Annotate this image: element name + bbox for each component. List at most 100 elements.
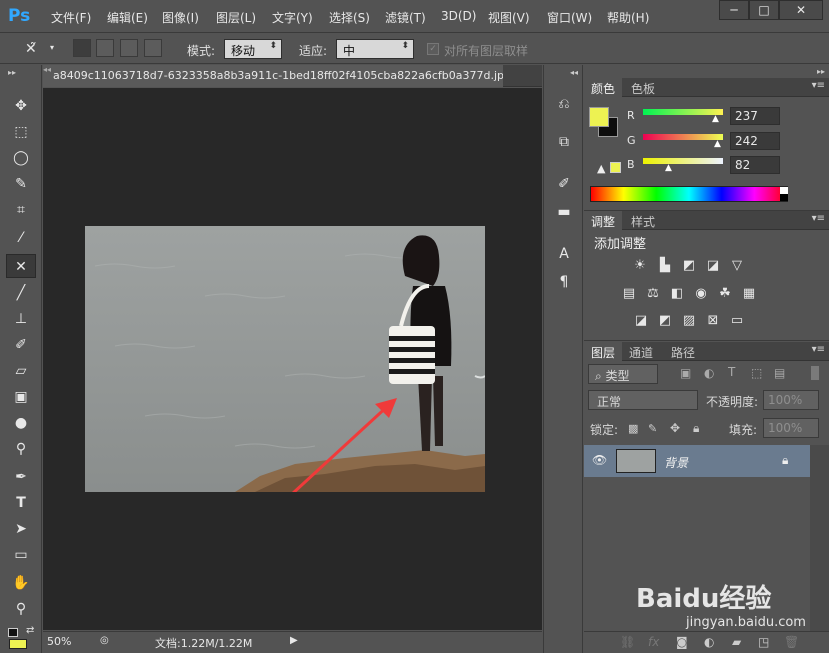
- clone-stamp-tool-icon[interactable]: ⊥: [6, 307, 36, 331]
- foreground-color-swatch[interactable]: [9, 639, 27, 649]
- tab-swatches[interactable]: 色板: [624, 78, 662, 97]
- character-panel-icon[interactable]: A: [552, 243, 576, 265]
- layers-scrollbar[interactable]: [810, 445, 829, 631]
- add-mask-icon[interactable]: ◙: [676, 635, 688, 649]
- collapse-arrows-icon[interactable]: ▸▸: [8, 68, 16, 77]
- doc-info-icon[interactable]: ◎: [100, 635, 109, 646]
- photo-filter-icon[interactable]: ◉: [692, 286, 710, 302]
- gamut-color-swatch[interactable]: [610, 162, 621, 173]
- mode-select[interactable]: 移动 ⬍: [224, 39, 282, 59]
- brush-presets-icon[interactable]: ✐: [552, 173, 576, 195]
- marquee-tool-icon[interactable]: ⬚: [6, 120, 36, 144]
- posterize-icon[interactable]: ◩: [656, 313, 674, 329]
- dodge-tool-icon[interactable]: ⚲: [6, 437, 36, 461]
- tab-color[interactable]: 颜色: [584, 78, 623, 97]
- crop-tool-icon[interactable]: ⌗: [6, 198, 36, 222]
- black-swatch[interactable]: [780, 194, 788, 201]
- intersect-selection-button[interactable]: [144, 39, 162, 57]
- menu-image[interactable]: 图像(I): [162, 9, 199, 26]
- collapse-arrows-icon[interactable]: ◂◂: [570, 68, 578, 77]
- hue-saturation-icon[interactable]: ▤: [620, 286, 638, 302]
- menu-select[interactable]: 选择(S): [329, 9, 370, 26]
- blue-slider-thumb-icon[interactable]: ▲: [665, 163, 672, 173]
- collapse-arrows-icon[interactable]: ◂◂: [43, 65, 53, 75]
- green-value-input[interactable]: 242: [730, 132, 780, 150]
- invert-icon[interactable]: ◪: [632, 313, 650, 329]
- selective-color-icon[interactable]: ⊠: [704, 313, 722, 329]
- brush-panel-icon[interactable]: ▬: [552, 201, 576, 223]
- lasso-tool-icon[interactable]: ◯: [6, 146, 36, 170]
- path-selection-tool-icon[interactable]: ➤: [6, 517, 36, 541]
- white-swatch[interactable]: [780, 187, 788, 194]
- new-adjustment-layer-icon[interactable]: ◐: [704, 635, 714, 649]
- close-button[interactable]: ✕: [779, 0, 823, 20]
- red-slider[interactable]: [643, 109, 723, 115]
- shape-filter-icon[interactable]: ⬚: [751, 366, 762, 380]
- history-panel-icon[interactable]: ⎌: [552, 93, 576, 115]
- gradient-tool-icon[interactable]: ▣: [6, 385, 36, 409]
- collapse-arrows-icon[interactable]: ▸▸: [817, 67, 825, 76]
- blend-mode-select[interactable]: 正常: [588, 390, 698, 410]
- panel-menu-icon[interactable]: ▾≡: [812, 344, 825, 355]
- content-aware-move-tool-icon[interactable]: ✕: [6, 254, 36, 278]
- color-spectrum-ramp[interactable]: [590, 186, 788, 202]
- curves-icon[interactable]: ◩: [680, 258, 698, 274]
- menu-help[interactable]: 帮助(H): [607, 9, 649, 26]
- sample-all-checkbox[interactable]: ✓: [427, 43, 439, 55]
- menu-3d[interactable]: 3D(D): [441, 9, 476, 23]
- properties-panel-icon[interactable]: ⧉: [552, 131, 576, 153]
- minimize-button[interactable]: ─: [719, 0, 749, 20]
- levels-icon[interactable]: ▙: [656, 258, 674, 274]
- hand-tool-icon[interactable]: ✋: [6, 571, 36, 595]
- new-selection-button[interactable]: [73, 39, 91, 57]
- link-layers-icon[interactable]: ⛓: [620, 635, 635, 649]
- new-layer-icon[interactable]: ◳: [758, 635, 769, 649]
- history-brush-tool-icon[interactable]: ✐: [6, 333, 36, 357]
- layer-row[interactable]: 👁︎ 背景 🔒︎: [584, 445, 810, 477]
- visibility-eye-icon[interactable]: 👁︎: [592, 453, 607, 467]
- maximize-button[interactable]: □: [749, 0, 779, 20]
- zoom-level[interactable]: 50%: [47, 635, 71, 648]
- lock-image-pixels-icon[interactable]: ✎: [648, 422, 657, 435]
- adjustment-filter-icon[interactable]: ◐: [704, 366, 714, 380]
- red-slider-thumb-icon[interactable]: ▲: [712, 114, 719, 124]
- threshold-icon[interactable]: ▨: [680, 313, 698, 329]
- tab-styles[interactable]: 样式: [624, 211, 662, 230]
- play-arrow-icon[interactable]: ▶: [290, 635, 298, 646]
- pixel-filter-icon[interactable]: ▣: [680, 366, 691, 380]
- tab-paths[interactable]: 路径: [664, 342, 702, 361]
- tab-layers[interactable]: 图层: [584, 342, 623, 361]
- tab-channels[interactable]: 通道: [622, 342, 660, 361]
- quick-selection-tool-icon[interactable]: ✎: [6, 172, 36, 196]
- content-aware-move-icon[interactable]: ✕̃: [25, 41, 37, 57]
- channel-mixer-icon[interactable]: ☘: [716, 286, 734, 302]
- menu-edit[interactable]: 编辑(E): [107, 9, 148, 26]
- zoom-tool-icon[interactable]: ⚲: [6, 597, 36, 621]
- mini-default-colors-icon[interactable]: [8, 628, 18, 637]
- brush-tool-icon[interactable]: ╱: [6, 281, 36, 305]
- lock-position-icon[interactable]: ✥: [670, 421, 680, 435]
- brightness-contrast-icon[interactable]: ☀: [631, 258, 649, 274]
- document-photo[interactable]: [85, 226, 485, 492]
- black-white-icon[interactable]: ◧: [668, 286, 686, 302]
- filter-toggle[interactable]: [811, 366, 819, 380]
- panel-menu-icon[interactable]: ▾≡: [812, 213, 825, 224]
- opacity-input[interactable]: 100%: [763, 390, 819, 410]
- blur-tool-icon[interactable]: ●: [6, 411, 36, 435]
- color-lookup-icon[interactable]: ▦: [740, 286, 758, 302]
- color-balance-icon[interactable]: ⚖: [644, 286, 662, 302]
- vibrance-icon[interactable]: ▽: [728, 258, 746, 274]
- menu-view[interactable]: 视图(V): [488, 9, 530, 26]
- eyedropper-tool-icon[interactable]: ⁄: [6, 226, 36, 250]
- type-tool-icon[interactable]: T: [6, 491, 36, 515]
- rectangle-tool-icon[interactable]: ▭: [6, 543, 36, 567]
- fill-input[interactable]: 100%: [763, 418, 819, 438]
- eraser-tool-icon[interactable]: ▱: [6, 359, 36, 383]
- paragraph-panel-icon[interactable]: ¶: [552, 271, 576, 293]
- subtract-selection-button[interactable]: [120, 39, 138, 57]
- tool-preset-chevron-icon[interactable]: ▾: [50, 43, 54, 52]
- delete-layer-icon[interactable]: 🗑︎: [784, 635, 799, 649]
- layer-name[interactable]: 背景: [664, 454, 688, 471]
- document-tab[interactable]: a8409c11063718d7-6323358a8b3a911c-1bed18…: [43, 65, 503, 87]
- foreground-color-box[interactable]: [589, 107, 609, 127]
